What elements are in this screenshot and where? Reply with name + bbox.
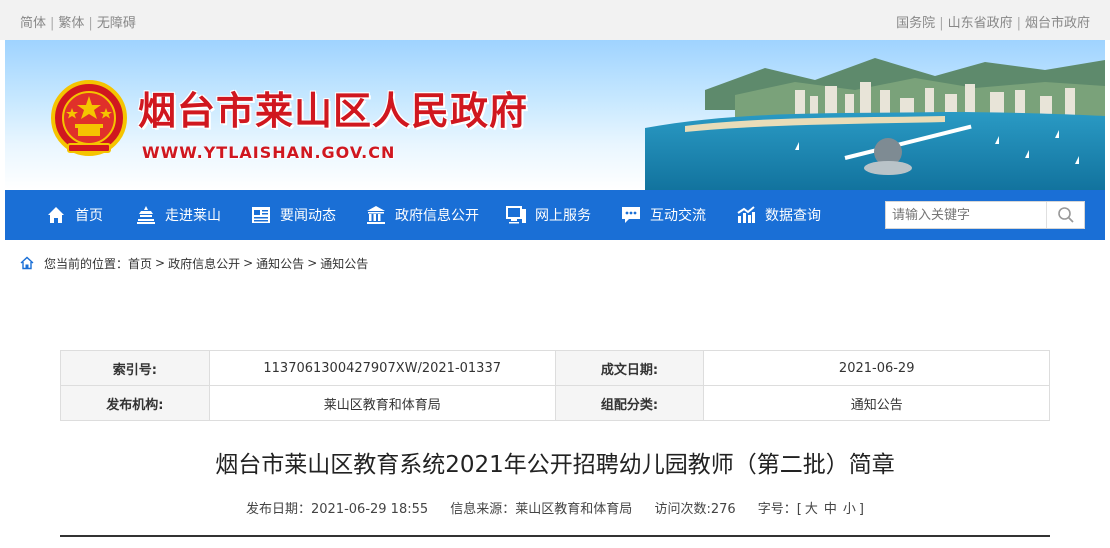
nav-item-news[interactable]: 要闻动态 [250,190,336,240]
nav-label: 首页 [75,208,103,224]
nav-label: 网上服务 [535,208,591,224]
publisher-label: 发布机构: [60,385,210,421]
font-size-medium-button[interactable]: 中 [824,502,837,517]
article-title: 烟台市莱山区教育系统2021年公开招聘幼儿园教师（第二批）简章 [215,452,895,478]
index-number-value: 1137061300427907XW/2021-01337 [208,350,556,386]
accessibility-link[interactable]: 无障碍 [97,16,136,31]
nav-label: 要闻动态 [280,208,336,224]
nav-label: 互动交流 [650,208,706,224]
nav-item-gov-info-disclosure[interactable]: 政府信息公开 [365,190,479,240]
shandong-gov-link[interactable]: 山东省政府 [948,16,1013,31]
news-icon [252,207,270,223]
document-date-label: 成文日期: [554,350,705,386]
font-size-large-button[interactable]: 大 [805,502,818,517]
content-divider [60,535,1050,537]
nav-item-data-query[interactable]: 数据查询 [735,190,821,240]
nav-label: 政府信息公开 [395,208,479,224]
site-banner: 烟台市莱山区人民政府 WWW.YTLAISHAN.GOV.CN [5,40,1105,190]
breadcrumb-gov-info[interactable]: 政府信息公开 [168,255,240,272]
language-links: 简体 | 繁体 | 无障碍 [20,16,136,31]
chat-icon [622,207,640,223]
publisher-value: 莱山区教育和体育局 [208,385,556,421]
computer-icon [506,206,526,224]
top-utility-bar: 简体 | 繁体 | 无障碍 国务院 | 山东省政府 | 烟台市政府 [0,0,1110,40]
nav-item-home[interactable]: 首页 [45,190,103,240]
site-url: WWW.YTLAISHAN.GOV.CN [142,143,396,162]
article-meta: 发布日期：2021-06-29 18:55 信息来源：莱山区教育和体育局 访问次… [0,498,1110,517]
traditional-chinese-link[interactable]: 繁体 [58,16,84,31]
search-box [885,201,1085,229]
home-icon [20,256,34,270]
search-input[interactable] [886,202,1046,228]
chart-icon [737,206,755,223]
breadcrumb-notices-current[interactable]: 通知公告 [320,255,368,272]
breadcrumb-prefix: 您当前的位置： [44,256,129,271]
font-size-small-button[interactable]: 小 [843,502,856,517]
table-row: 发布机构: 莱山区教育和体育局 组配分类: 通知公告 [60,385,1050,421]
index-number-label: 索引号: [60,350,210,386]
document-info-table: 索引号: 1137061300427907XW/2021-01337 成文日期:… [60,350,1050,421]
info-source: 信息来源：莱山区教育和体育局 [450,502,633,517]
landmark-icon [137,206,155,224]
state-council-link[interactable]: 国务院 [896,16,935,31]
national-emblem-icon [51,80,127,156]
nav-item-interaction[interactable]: 互动交流 [620,190,706,240]
font-size-switcher: 字号：[大中小] [758,502,864,517]
breadcrumb-notices[interactable]: 通知公告 [256,255,304,272]
font-size-label: 字号：[ [757,502,802,517]
search-icon [1057,207,1074,223]
breadcrumb: 您当前的位置： 首页 > 政府信息公开 > 通知公告 > 通知公告 [20,253,368,273]
category-value: 通知公告 [703,385,1050,421]
main-nav: 首页 走进莱山 要闻动态 政府信息公开 网上服务 互动交流 数据查询 [5,190,1105,240]
yantai-gov-link[interactable]: 烟台市政府 [1025,16,1090,31]
publish-date: 发布日期：2021-06-29 18:55 [246,502,429,517]
table-row: 索引号: 1137061300427907XW/2021-01337 成文日期:… [60,350,1050,386]
view-count: 访问次数:276 [654,502,736,517]
nav-label: 走进莱山 [165,208,221,224]
breadcrumb-home[interactable]: 首页 [128,255,152,272]
gov-links: 国务院 | 山东省政府 | 烟台市政府 [896,16,1090,31]
coastal-city-scene-image [645,58,1105,190]
nav-item-online-services[interactable]: 网上服务 [505,190,591,240]
font-size-end: ] [858,502,864,517]
government-building-icon [367,206,385,224]
site-title: 烟台市莱山区人民政府 [138,89,529,133]
category-label: 组配分类: [554,385,705,421]
home-icon [48,207,64,223]
nav-label: 数据查询 [765,208,821,224]
document-date-value: 2021-06-29 [703,350,1050,386]
nav-item-about-laishan[interactable]: 走进莱山 [135,190,221,240]
simplified-chinese-link[interactable]: 简体 [20,16,46,31]
search-button[interactable] [1046,202,1084,228]
